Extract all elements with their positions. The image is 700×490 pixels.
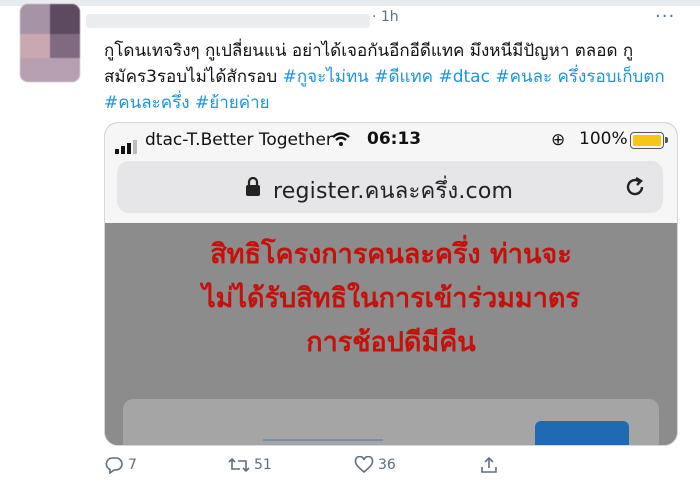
message-line: สิทธิโครงการคนละครึ่ง ท่านจะ bbox=[210, 239, 572, 270]
blurred-username[interactable] bbox=[86, 14, 370, 28]
message-line: การช้อปดีมีคืน bbox=[306, 327, 476, 358]
phone-status-bar: dtac-T.Better Together 06:13 ⊕ 100% bbox=[105, 123, 677, 157]
like-count: 36 bbox=[378, 457, 396, 473]
message-line: ไม่ได้รับสิทธิในการเข้าร่วมมาตร bbox=[202, 283, 580, 314]
phone-clock: 06:13 bbox=[367, 129, 422, 149]
dialog-confirm-button bbox=[535, 421, 629, 445]
rotation-lock-icon: ⊕ bbox=[551, 130, 566, 150]
eligibility-message: สิทธิโครงการคนละครึ่ง ท่านจะ ไม่ได้รับสิ… bbox=[105, 233, 677, 365]
hashtag-link[interactable]: #คนละครึ่ง bbox=[104, 93, 190, 113]
heart-icon bbox=[354, 456, 374, 474]
avatar[interactable] bbox=[20, 4, 80, 82]
more-options-icon[interactable]: ··· bbox=[655, 6, 675, 27]
browser-address-area: register.คนละครึ่ง.com bbox=[105, 157, 677, 223]
share-icon bbox=[481, 456, 497, 473]
retweet-icon bbox=[228, 457, 250, 473]
tweet-media-image[interactable]: dtac-T.Better Together 06:13 ⊕ 100% regi… bbox=[104, 122, 678, 446]
wifi-icon bbox=[332, 132, 350, 146]
reload-icon bbox=[626, 176, 644, 196]
tweet-timestamp[interactable]: · 1h bbox=[372, 9, 399, 25]
share-button[interactable] bbox=[480, 456, 502, 474]
reply-count: 7 bbox=[128, 457, 137, 473]
carrier-name: dtac-T.Better Together bbox=[145, 130, 333, 150]
bottom-dialog-sheet bbox=[123, 399, 659, 445]
retweet-button[interactable]: 51 bbox=[228, 456, 272, 474]
tweet-text: กูโดนเทจริงๆ กูเปลี่ยนแน่ อย่าได้เจอกันอ… bbox=[104, 38, 674, 116]
reply-button[interactable]: 7 bbox=[104, 456, 137, 474]
hashtag-link[interactable]: #กูจะไม่ทน bbox=[283, 67, 369, 87]
reply-icon bbox=[105, 457, 123, 474]
hashtag-link[interactable]: #dtac bbox=[438, 67, 489, 87]
battery-percent: 100% bbox=[579, 129, 628, 149]
top-divider bbox=[0, 0, 700, 6]
page-url: register.คนละครึ่ง.com bbox=[273, 179, 514, 204]
retweet-count: 51 bbox=[254, 457, 272, 473]
hashtag-link[interactable]: #ดีแทค bbox=[374, 67, 433, 87]
hashtag-link[interactable]: #ย้ายค่าย bbox=[195, 93, 270, 113]
dialog-link bbox=[263, 429, 383, 441]
tweet-actions: 7 51 36 bbox=[104, 456, 604, 478]
signal-strength-icon bbox=[115, 135, 139, 154]
hashtag-link[interactable]: #คนละ ครึ่งรอบเก็บตก bbox=[495, 67, 664, 87]
like-button[interactable]: 36 bbox=[354, 456, 396, 474]
battery-icon bbox=[630, 132, 668, 149]
address-bar: register.คนละครึ่ง.com bbox=[117, 161, 663, 213]
web-page-content: สิทธิโครงการคนละครึ่ง ท่านจะ ไม่ได้รับสิ… bbox=[105, 223, 677, 445]
lock-icon bbox=[246, 177, 260, 196]
